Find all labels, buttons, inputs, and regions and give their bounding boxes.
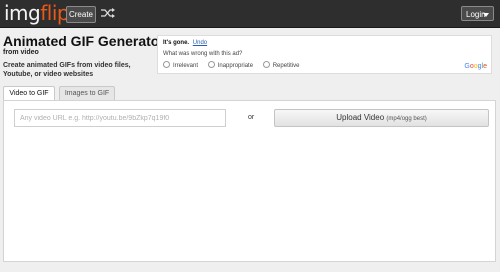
upload-formats-label: (mp4/ogg best) xyxy=(386,116,427,122)
video-url-input[interactable] xyxy=(14,109,226,127)
caret-down-icon xyxy=(483,13,489,17)
shuffle-icon[interactable] xyxy=(100,6,116,20)
page-description: Create animated GIFs from video files, Y… xyxy=(3,62,131,78)
radio-icon[interactable] xyxy=(207,61,215,68)
radio-icon[interactable] xyxy=(262,61,270,68)
undo-link[interactable]: Undo xyxy=(193,40,207,46)
or-label: or xyxy=(248,114,255,121)
ad-gone-message: It's gone. Undo xyxy=(163,40,208,46)
ad-feedback-box: It's gone. Undo What was wrong with this… xyxy=(157,35,492,74)
login-button[interactable]: Login xyxy=(461,6,494,21)
ad-feedback-question: What was wrong with this ad? xyxy=(163,51,243,57)
page-title: Animated GIF Generator xyxy=(3,33,165,49)
upload-video-label: Upload Video xyxy=(336,113,385,122)
video-to-gif-panel: or Upload Video (mp4/ogg best) xyxy=(3,100,496,262)
imgflip-logo[interactable]: imgflip xyxy=(4,1,70,25)
tab-video-to-gif[interactable]: Video to GIF xyxy=(3,86,55,101)
ad-option-irrelevant[interactable]: Irrelevant xyxy=(163,61,198,69)
ad-option-inappropriate[interactable]: Inappropriate xyxy=(207,61,253,69)
top-nav-bar: imgflip Create Login xyxy=(0,0,500,28)
google-logo: Google xyxy=(464,63,487,70)
create-button[interactable]: Create xyxy=(66,6,96,23)
upload-video-button[interactable]: Upload Video (mp4/ogg best) xyxy=(274,109,489,127)
ad-option-repetitive[interactable]: Repetitive xyxy=(262,61,299,69)
radio-icon[interactable] xyxy=(163,61,170,68)
page-subtitle: from video xyxy=(3,49,39,56)
ad-feedback-options: Irrelevant Inappropriate Repetitive xyxy=(163,61,307,69)
tab-images-to-gif[interactable]: Images to GIF xyxy=(59,86,115,100)
